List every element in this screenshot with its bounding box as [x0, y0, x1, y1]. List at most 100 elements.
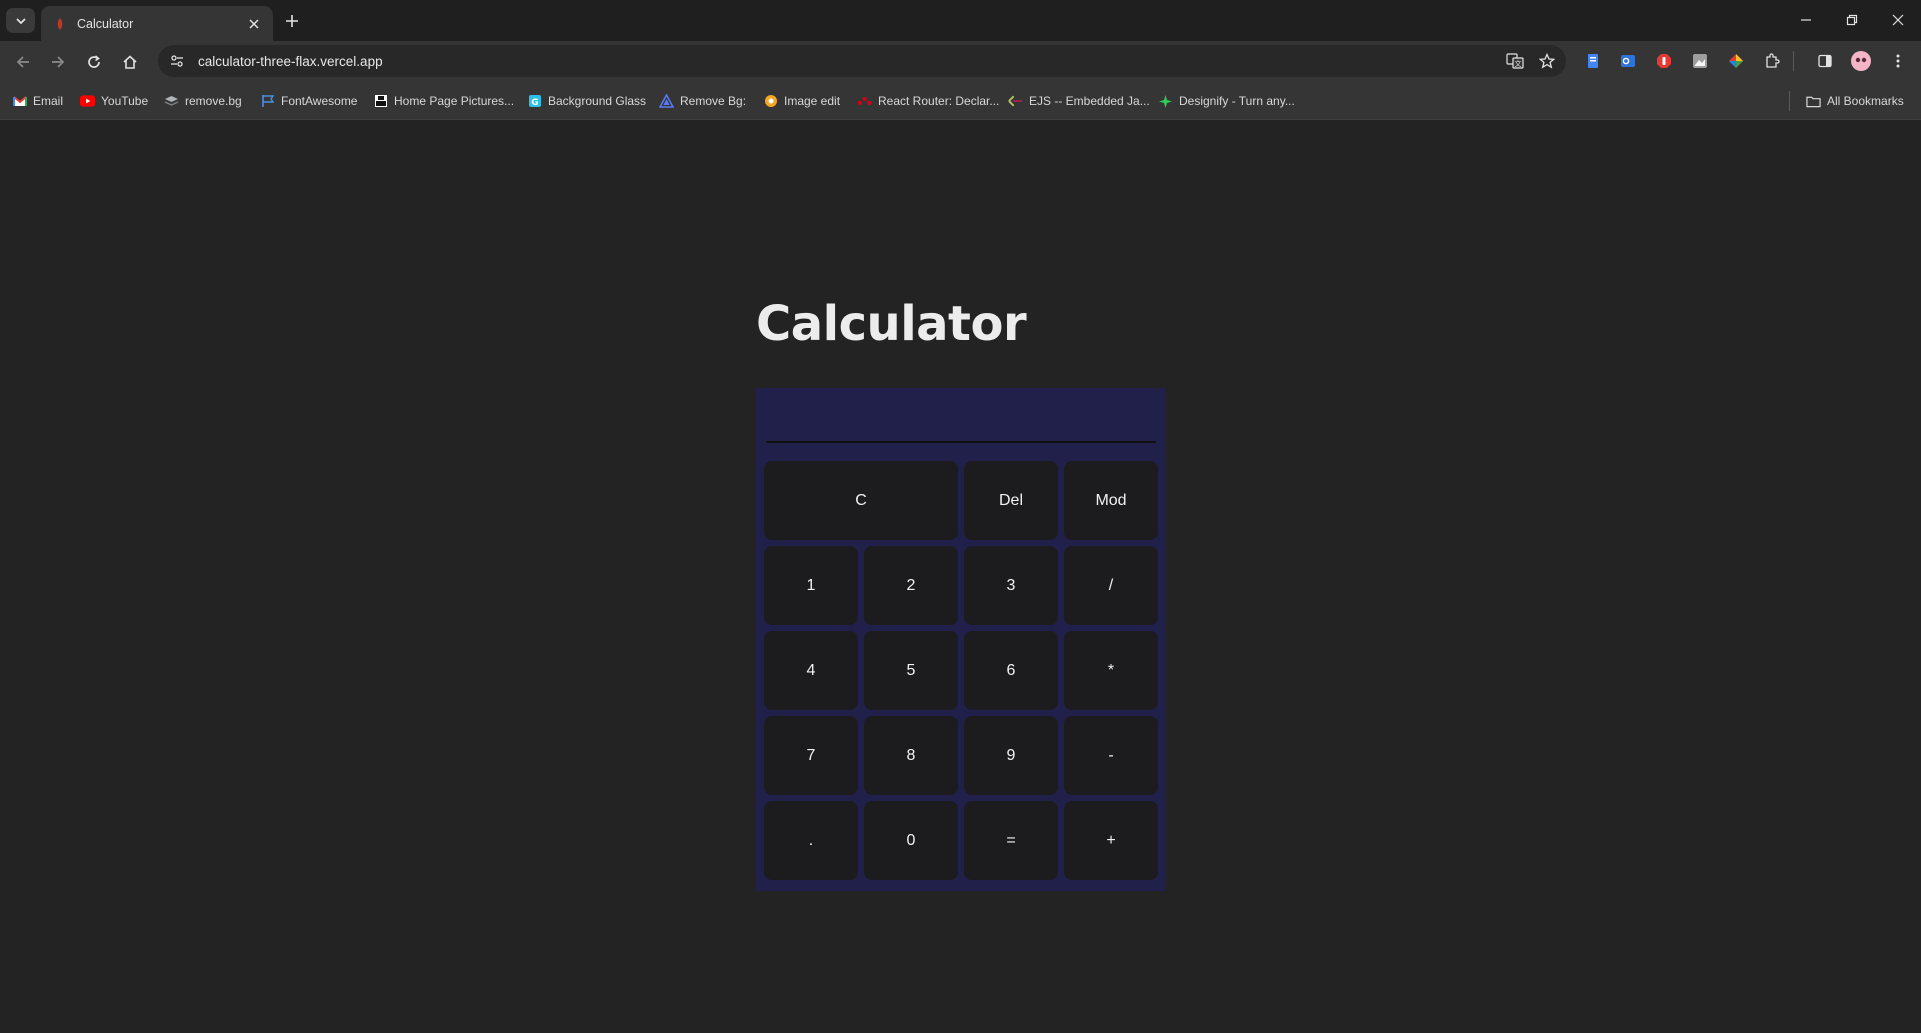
- bookmark-remove-bg[interactable]: Remove Bg:: [659, 91, 746, 111]
- digit-7-button[interactable]: 7: [764, 716, 858, 795]
- extension-colorpicker-icon[interactable]: [1725, 50, 1747, 72]
- bookmark-designify[interactable]: Designify - Turn any...: [1158, 91, 1295, 111]
- bookmark-label: Background Glass: [548, 94, 647, 108]
- minimize-button[interactable]: [1791, 8, 1821, 32]
- kebab-menu-icon[interactable]: [1887, 50, 1909, 72]
- bookmark-label: Remove Bg:: [680, 94, 747, 108]
- gmail-icon: [12, 94, 27, 109]
- image-edit-icon: [763, 94, 778, 109]
- digit-3-button[interactable]: 3: [964, 546, 1058, 625]
- extension-image-icon[interactable]: [1689, 50, 1711, 72]
- forward-button[interactable]: [45, 49, 71, 75]
- page-title: Calculator: [756, 296, 1027, 352]
- arrow-right-icon: [52, 56, 65, 68]
- side-panel-icon[interactable]: [1814, 50, 1836, 72]
- bookmark-fontawesome[interactable]: FontAwesome: [260, 91, 357, 111]
- multiply-button[interactable]: *: [1064, 631, 1158, 710]
- calculator-display: [766, 398, 1156, 443]
- extension-outlook-icon[interactable]: [1617, 50, 1639, 72]
- restore-icon: [1846, 14, 1858, 26]
- toolbar-separator: [1793, 51, 1794, 71]
- digit-4-button[interactable]: 4: [764, 631, 858, 710]
- plus-button[interactable]: +: [1064, 801, 1158, 880]
- bookmarks-separator: [1789, 91, 1790, 111]
- bookmark-image-edit[interactable]: Image edit: [763, 91, 840, 111]
- close-window-button[interactable]: [1883, 8, 1913, 32]
- close-tab-icon[interactable]: [245, 15, 263, 33]
- browser-toolbar: calculator-three-flax.vercel.app 文: [0, 41, 1921, 81]
- all-bookmarks-label: All Bookmarks: [1827, 94, 1904, 108]
- home-icon: [123, 55, 137, 69]
- address-bar[interactable]: calculator-three-flax.vercel.app 文: [158, 45, 1566, 77]
- translate-icon[interactable]: 文: [1502, 48, 1528, 74]
- minimize-icon: [1801, 19, 1811, 21]
- tab-search-button[interactable]: [6, 8, 35, 33]
- svg-text:G: G: [531, 98, 538, 108]
- arrow-left-icon: [16, 56, 29, 68]
- reload-icon: [88, 55, 100, 68]
- calculator: C Del Mod 1 2 3 / 4 5 6 * 7 8 9 - . 0 = …: [756, 388, 1166, 891]
- mod-button[interactable]: Mod: [1064, 461, 1158, 540]
- tab-title: Calculator: [77, 16, 134, 31]
- youtube-icon: [80, 94, 95, 109]
- close-icon: [1892, 14, 1904, 26]
- chevron-down-icon: [15, 17, 26, 24]
- bookmark-label: YouTube: [101, 94, 149, 108]
- digit-2-button[interactable]: 2: [864, 546, 958, 625]
- digit-1-button[interactable]: 1: [764, 546, 858, 625]
- bookmark-label: remove.bg: [185, 94, 242, 108]
- bookmark-star-icon[interactable]: [1534, 48, 1560, 74]
- bookmark-label: Home Page Pictures...: [394, 94, 515, 108]
- removebg-icon: [164, 94, 179, 109]
- decimal-button[interactable]: .: [764, 801, 858, 880]
- restore-button[interactable]: [1837, 8, 1867, 32]
- tab-calculator[interactable]: Calculator: [41, 6, 273, 41]
- bookmark-removebg[interactable]: remove.bg: [164, 91, 242, 111]
- bookmark-label: Email: [33, 94, 64, 108]
- designify-icon: [1158, 94, 1173, 109]
- minus-button[interactable]: -: [1064, 716, 1158, 795]
- bookmark-home-page-pictures[interactable]: Home Page Pictures...: [373, 91, 514, 111]
- ejs-icon: [1008, 94, 1023, 109]
- clear-button[interactable]: C: [764, 461, 958, 540]
- digit-0-button[interactable]: 0: [864, 801, 958, 880]
- delete-button[interactable]: Del: [964, 461, 1058, 540]
- page-content: Calculator C Del Mod 1 2 3 / 4 5 6 * 7 8…: [0, 121, 1921, 1033]
- extensions-puzzle-icon[interactable]: [1761, 50, 1783, 72]
- site-info-icon[interactable]: [164, 48, 190, 74]
- bookmark-label: React Router: Declar...: [878, 94, 1000, 108]
- svg-text:文: 文: [1515, 59, 1522, 68]
- bookmark-label: EJS -- Embedded Ja...: [1029, 94, 1150, 108]
- plus-icon: [286, 15, 298, 27]
- home-button[interactable]: [117, 49, 143, 75]
- digit-6-button[interactable]: 6: [964, 631, 1058, 710]
- back-button[interactable]: [10, 49, 36, 75]
- bookmark-label: Image edit: [784, 94, 841, 108]
- reload-button[interactable]: [81, 49, 107, 75]
- digit-9-button[interactable]: 9: [964, 716, 1058, 795]
- all-bookmarks-button[interactable]: All Bookmarks: [1806, 91, 1904, 111]
- folder-icon: [1806, 94, 1821, 109]
- bookmark-email[interactable]: Email: [12, 91, 63, 111]
- new-tab-button[interactable]: [280, 10, 304, 32]
- react-router-icon: [857, 94, 872, 109]
- bookmark-youtube[interactable]: YouTube: [80, 91, 148, 111]
- digit-5-button[interactable]: 5: [864, 631, 958, 710]
- extension-docs-icon[interactable]: [1582, 50, 1604, 72]
- bookmark-label: FontAwesome: [281, 94, 358, 108]
- unsplash-icon: [373, 94, 388, 109]
- url-text[interactable]: calculator-three-flax.vercel.app: [198, 54, 1502, 69]
- calculator-favicon-icon: [53, 17, 67, 31]
- divide-button[interactable]: /: [1064, 546, 1158, 625]
- bookmarks-bar: Email YouTube remove.bg FontAwesome Home…: [0, 81, 1921, 120]
- digit-8-button[interactable]: 8: [864, 716, 958, 795]
- profile-avatar[interactable]: [1850, 50, 1872, 72]
- bookmark-ejs[interactable]: EJS -- Embedded Ja...: [1008, 91, 1150, 111]
- equals-button[interactable]: =: [964, 801, 1058, 880]
- bookmark-background-glass[interactable]: G Background Glass: [527, 91, 646, 111]
- bookmark-react-router[interactable]: React Router: Declar...: [857, 91, 999, 111]
- flag-icon: [260, 94, 275, 109]
- tab-strip: Calculator: [0, 0, 1921, 41]
- triangle-icon: [659, 94, 674, 109]
- extension-adblock-icon[interactable]: [1653, 50, 1675, 72]
